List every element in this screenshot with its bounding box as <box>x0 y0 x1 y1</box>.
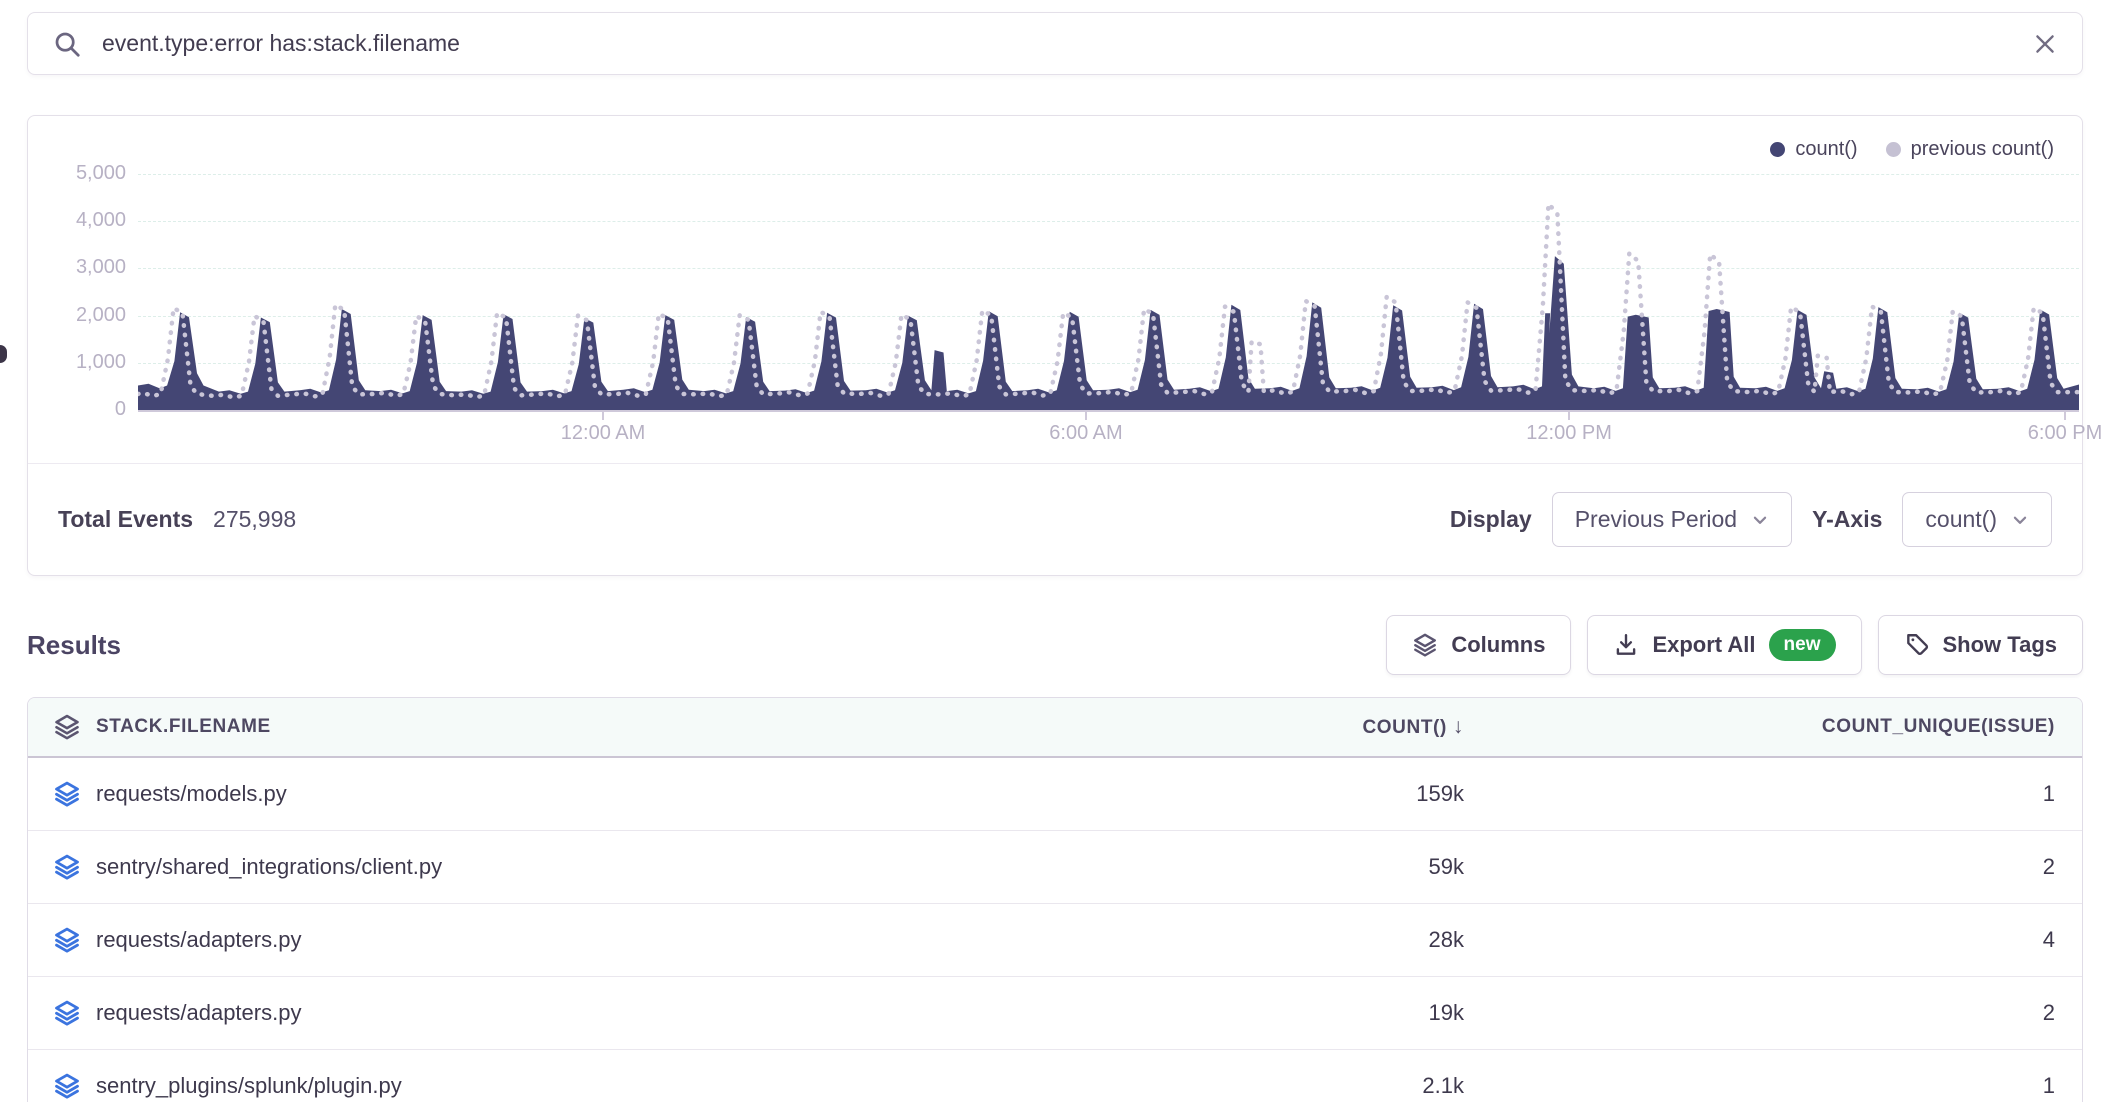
cell-count: 59k <box>1064 854 1464 880</box>
column-actions-icon[interactable] <box>53 713 81 741</box>
show-tags-button[interactable]: Show Tags <box>1878 615 2084 675</box>
row-actions-icon[interactable] <box>53 780 81 808</box>
previous-count-series-dot <box>1886 142 1901 157</box>
yaxis-label: Y-Axis <box>1812 506 1882 533</box>
export-all-button[interactable]: Export All new <box>1587 615 1861 675</box>
row-actions-icon[interactable] <box>53 1072 81 1100</box>
x-axis-tick-label: 12:00 PM <box>1479 422 1659 445</box>
cell-filename[interactable]: sentry_plugins/splunk/plugin.py <box>96 1073 402 1099</box>
chart-footer: Total Events 275,998 Display Previous Pe… <box>28 463 2082 575</box>
chevron-down-icon <box>1751 511 1769 529</box>
cell-count-unique: 2 <box>1464 854 2082 880</box>
columns-button-label: Columns <box>1451 632 1545 658</box>
display-dropdown-value: Previous Period <box>1575 506 1737 533</box>
layers-icon <box>1412 632 1438 658</box>
column-header-count[interactable]: COUNT()↓ <box>1064 715 1464 739</box>
cell-count: 19k <box>1064 1000 1464 1026</box>
download-icon <box>1613 632 1639 658</box>
columns-button[interactable]: Columns <box>1386 615 1571 675</box>
export-all-button-label: Export All <box>1652 632 1755 658</box>
sort-desc-icon: ↓ <box>1453 715 1464 738</box>
x-axis-tick-label: 6:00 AM <box>996 422 1176 445</box>
left-edge-artifact <box>0 345 7 363</box>
y-axis-tick-label: 4,000 <box>28 209 126 232</box>
cell-filename[interactable]: requests/models.py <box>96 781 287 807</box>
chart-plot-area[interactable] <box>138 157 2079 410</box>
cell-count-unique: 2 <box>1464 1000 2082 1026</box>
search-bar[interactable] <box>27 12 2083 75</box>
search-input[interactable] <box>102 30 2012 57</box>
cell-count: 159k <box>1064 781 1464 807</box>
column-header-stack-filename[interactable]: STACK.FILENAME <box>96 716 271 738</box>
cell-filename[interactable]: requests/adapters.py <box>96 927 301 953</box>
show-tags-button-label: Show Tags <box>1943 632 2058 658</box>
events-chart-panel: count() previous count() 0 1,000 2,000 3,00… <box>27 115 2083 576</box>
y-axis-tick-label: 1,000 <box>28 351 126 374</box>
chevron-down-icon <box>2011 511 2029 529</box>
y-axis-tick-label: 3,000 <box>28 256 126 279</box>
y-axis-tick-label: 5,000 <box>28 162 126 185</box>
table-row[interactable]: requests/adapters.py 28k 4 <box>28 904 2082 977</box>
legend-item-previous-count[interactable]: previous count() <box>1886 138 2054 161</box>
table-row[interactable]: sentry_plugins/splunk/plugin.py 2.1k 1 <box>28 1050 2082 1102</box>
table-row[interactable]: sentry/shared_integrations/client.py 59k… <box>28 831 2082 904</box>
cell-count: 2.1k <box>1064 1073 1464 1099</box>
row-actions-icon[interactable] <box>53 999 81 1027</box>
total-events-value: 275,998 <box>213 506 296 533</box>
new-badge: new <box>1769 629 1836 661</box>
display-label: Display <box>1450 506 1532 533</box>
legend-label-count: count() <box>1795 138 1857 161</box>
total-events-label: Total Events <box>58 506 193 533</box>
display-dropdown[interactable]: Previous Period <box>1552 492 1792 547</box>
clear-search-icon[interactable] <box>2032 31 2058 57</box>
cell-filename[interactable]: sentry/shared_integrations/client.py <box>96 854 442 880</box>
column-header-count-unique-issue[interactable]: COUNT_UNIQUE(ISSUE) <box>1464 716 2082 738</box>
legend-item-count[interactable]: count() <box>1770 138 1857 161</box>
y-axis-tick-label: 0 <box>28 398 126 421</box>
results-title: Results <box>27 630 121 661</box>
cell-count: 28k <box>1064 927 1464 953</box>
row-actions-icon[interactable] <box>53 926 81 954</box>
count-series-dot <box>1770 142 1785 157</box>
search-icon <box>52 29 82 59</box>
table-row[interactable]: requests/models.py 159k 1 <box>28 758 2082 831</box>
cell-count-unique: 4 <box>1464 927 2082 953</box>
cell-count-unique: 1 <box>1464 781 2082 807</box>
tag-icon <box>1904 632 1930 658</box>
x-axis-tick-label: 6:00 PM <box>1975 422 2110 445</box>
yaxis-dropdown-value: count() <box>1925 506 1997 533</box>
cell-count-unique: 1 <box>1464 1073 2082 1099</box>
y-axis-tick-label: 2,000 <box>28 304 126 327</box>
row-actions-icon[interactable] <box>53 853 81 881</box>
chart-canvas <box>138 157 2079 410</box>
results-header-row: Results Columns Export All new Show Tags <box>27 615 2083 675</box>
table-header-row: STACK.FILENAME COUNT()↓ COUNT_UNIQUE(ISS… <box>28 698 2082 758</box>
legend-label-previous-count: previous count() <box>1911 138 2054 161</box>
chart-x-axis-line <box>138 410 2079 412</box>
table-row[interactable]: requests/adapters.py 19k 2 <box>28 977 2082 1050</box>
yaxis-dropdown[interactable]: count() <box>1902 492 2052 547</box>
x-axis-tick-label: 12:00 AM <box>513 422 693 445</box>
chart-legend: count() previous count() <box>1770 138 2054 161</box>
results-table: STACK.FILENAME COUNT()↓ COUNT_UNIQUE(ISS… <box>27 697 2083 1102</box>
cell-filename[interactable]: requests/adapters.py <box>96 1000 301 1026</box>
